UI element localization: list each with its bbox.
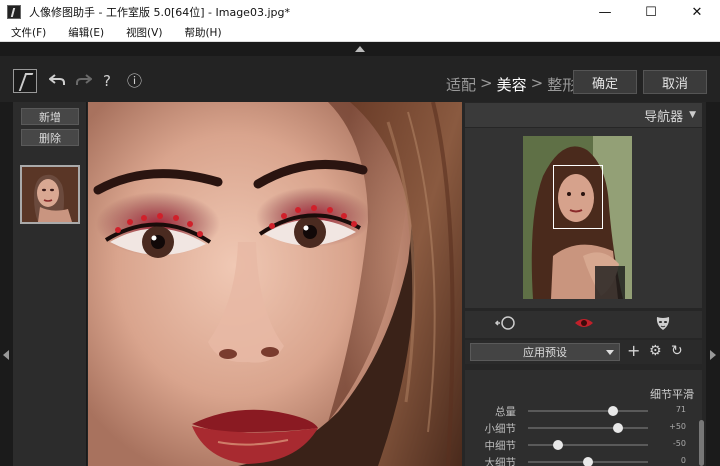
slider-handle[interactable]: [583, 457, 593, 466]
slider-small-detail: 小细节 +50: [465, 420, 702, 436]
title-bar: 人像修图助手 - 工作室版 5.0[64位] - Image03.jpg* — …: [0, 0, 720, 24]
navigator-header[interactable]: 导航器 ▼: [465, 103, 702, 127]
slider-label: 大细节: [484, 457, 517, 466]
slider-label: 中细节: [484, 440, 517, 452]
window-title: 人像修图助手 - 工作室版 5.0[64位] - Image03.jpg*: [29, 6, 290, 19]
right-collapse-strip[interactable]: [706, 102, 720, 466]
tab-eyes[interactable]: [544, 311, 623, 338]
step-fit[interactable]: 适配: [446, 74, 476, 95]
portrait-photo: [88, 102, 462, 466]
chevron-down-icon: [606, 350, 614, 355]
slider-value: +50: [669, 422, 686, 431]
section-title: 细节平滑: [650, 388, 694, 401]
redo-icon[interactable]: [76, 73, 93, 90]
slider-label: 小细节: [484, 423, 517, 435]
slider-handle[interactable]: [608, 406, 619, 416]
photo-canvas[interactable]: [88, 102, 462, 466]
app-logo-icon: [13, 69, 37, 93]
collapse-up-icon[interactable]: [355, 46, 365, 52]
slider-large-detail: 大细节 0: [465, 454, 702, 466]
top-collapse-strip[interactable]: [0, 42, 720, 56]
preset-row: 应用预设 + ⚙ ↻: [465, 340, 702, 364]
image-list-panel: 新增 删除: [13, 102, 87, 466]
menu-help[interactable]: 帮助(H): [173, 25, 232, 40]
slider-handle[interactable]: [553, 440, 563, 450]
minimize-button[interactable]: —: [582, 0, 628, 24]
navigator-preview[interactable]: [523, 136, 632, 299]
menu-view[interactable]: 视图(V): [115, 25, 173, 40]
tab-mask[interactable]: [623, 311, 702, 338]
right-panel: 导航器 ▼ 应用预设 + ⚙ ↻ 细节平滑 总量 71 小细节 +50 中细节 …: [462, 102, 706, 466]
panel-scrollbar[interactable]: [699, 420, 704, 466]
slider-total: 总量 71: [465, 403, 702, 419]
slider-handle[interactable]: [613, 423, 623, 433]
face-outline-icon: [494, 315, 516, 334]
menu-file[interactable]: 文件(F): [0, 25, 57, 40]
menu-bar: 文件(F) 编辑(E) 视图(V) 帮助(H): [0, 24, 720, 42]
close-button[interactable]: ✕: [674, 0, 720, 24]
navigator-viewport-frame[interactable]: [553, 165, 603, 229]
image-thumbnail[interactable]: [20, 165, 80, 224]
slider-track[interactable]: [528, 457, 648, 466]
detail-smoothing-section: 细节平滑 总量 71 小细节 +50 中细节 -50 大细节 0: [465, 370, 702, 466]
help-icon[interactable]: ?: [103, 73, 111, 89]
add-preset-icon[interactable]: +: [627, 342, 640, 360]
eye-icon: [574, 317, 594, 332]
navigator-area: [465, 128, 702, 308]
step-separator: >: [480, 74, 493, 92]
collapse-right-icon[interactable]: [710, 350, 716, 360]
preset-label: 应用预设: [523, 346, 567, 359]
info-icon[interactable]: ⓘ: [127, 73, 142, 89]
slider-track[interactable]: [528, 440, 648, 450]
menu-edit[interactable]: 编辑(E): [57, 25, 115, 40]
left-collapse-strip[interactable]: [0, 102, 13, 466]
step-beautify[interactable]: 美容: [497, 74, 527, 95]
slider-track[interactable]: [528, 423, 648, 433]
window-controls: — ☐ ✕: [582, 0, 720, 24]
confirm-button[interactable]: 确定: [573, 70, 637, 94]
slider-track[interactable]: [528, 406, 648, 416]
chevron-down-icon[interactable]: ▼: [689, 110, 696, 120]
delete-image-button[interactable]: 删除: [21, 129, 79, 146]
reset-icon[interactable]: ↻: [671, 342, 683, 360]
cancel-button[interactable]: 取消: [643, 70, 707, 94]
maximize-button[interactable]: ☐: [628, 0, 674, 24]
tab-face[interactable]: [465, 311, 544, 338]
step-separator: >: [530, 74, 544, 92]
mask-icon: [655, 315, 671, 334]
collapse-left-icon[interactable]: [3, 350, 9, 360]
undo-icon[interactable]: [48, 73, 65, 90]
add-image-button[interactable]: 新增: [21, 108, 79, 125]
gear-icon[interactable]: ⚙: [649, 342, 662, 360]
slider-medium-detail: 中细节 -50: [465, 437, 702, 453]
app-logo-icon: [7, 5, 21, 19]
slider-value: 0: [680, 456, 686, 465]
navigator-title: 导航器: [644, 109, 684, 125]
slider-label: 总量: [495, 406, 516, 418]
preset-dropdown[interactable]: 应用预设: [470, 343, 620, 361]
slider-value: 71: [675, 405, 686, 414]
workflow-steps: 适配 > 美容 > 整形: [446, 74, 577, 95]
slider-value: -50: [672, 439, 686, 448]
toolbar: ? ⓘ 适配 > 美容 > 整形 确定 取消: [0, 56, 720, 102]
tool-tabs: [465, 311, 702, 338]
